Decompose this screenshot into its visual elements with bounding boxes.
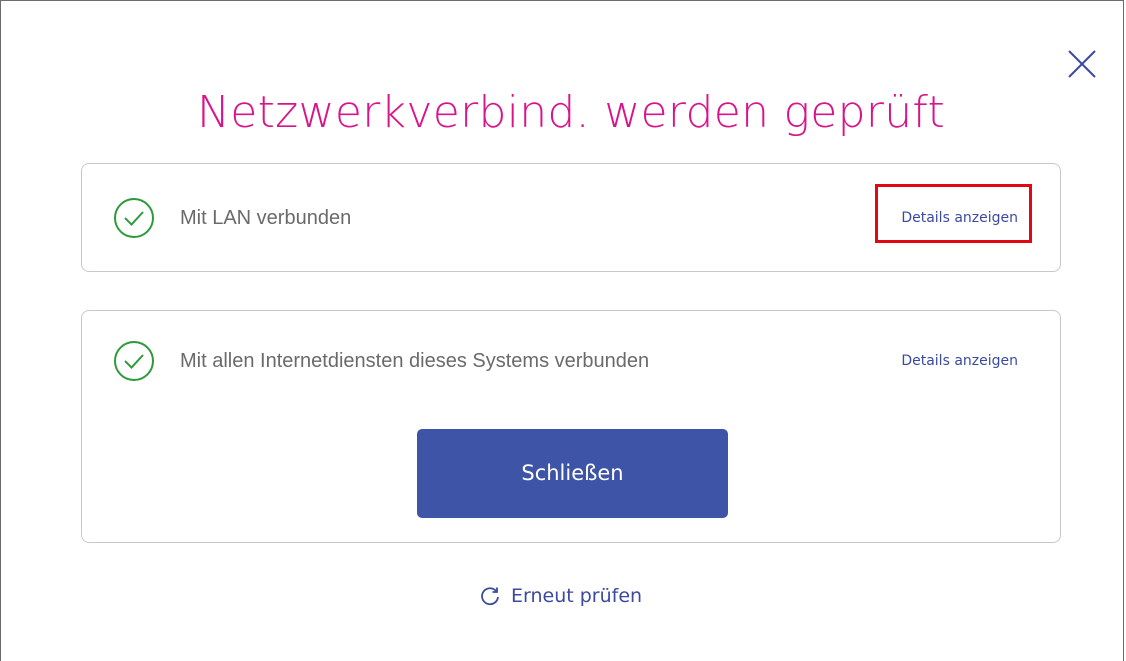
lan-details-link[interactable]: Details anzeigen [901, 194, 1018, 242]
refresh-icon [481, 587, 499, 606]
close-button[interactable] [1061, 45, 1101, 85]
lan-check-row: Mit LAN verbunden Details anzeigen [110, 194, 1032, 242]
dialog-title: Netzwerkverbind. werden geprüft [197, 87, 945, 138]
lan-status-text: Mit LAN verbunden [180, 207, 352, 229]
retry-label: Erneut prüfen [511, 585, 643, 607]
internet-check-card: Mit allen Internetdiensten dieses System… [81, 310, 1061, 543]
internet-details-link[interactable]: Details anzeigen [901, 337, 1018, 385]
check-circle-icon [114, 341, 154, 381]
close-dialog-button[interactable]: Schließen [417, 429, 728, 518]
lan-check-card: Mit LAN verbunden Details anzeigen [81, 163, 1061, 272]
internet-check-row: Mit allen Internetdiensten dieses System… [110, 337, 1032, 385]
internet-status-text: Mit allen Internetdiensten dieses System… [180, 350, 650, 372]
retry-button[interactable]: Erneut prüfen [479, 579, 642, 613]
network-check-dialog: Netzwerkverbind. werden geprüft Mit LAN … [0, 0, 1124, 661]
close-icon [1068, 50, 1096, 78]
check-circle-icon [114, 198, 154, 238]
